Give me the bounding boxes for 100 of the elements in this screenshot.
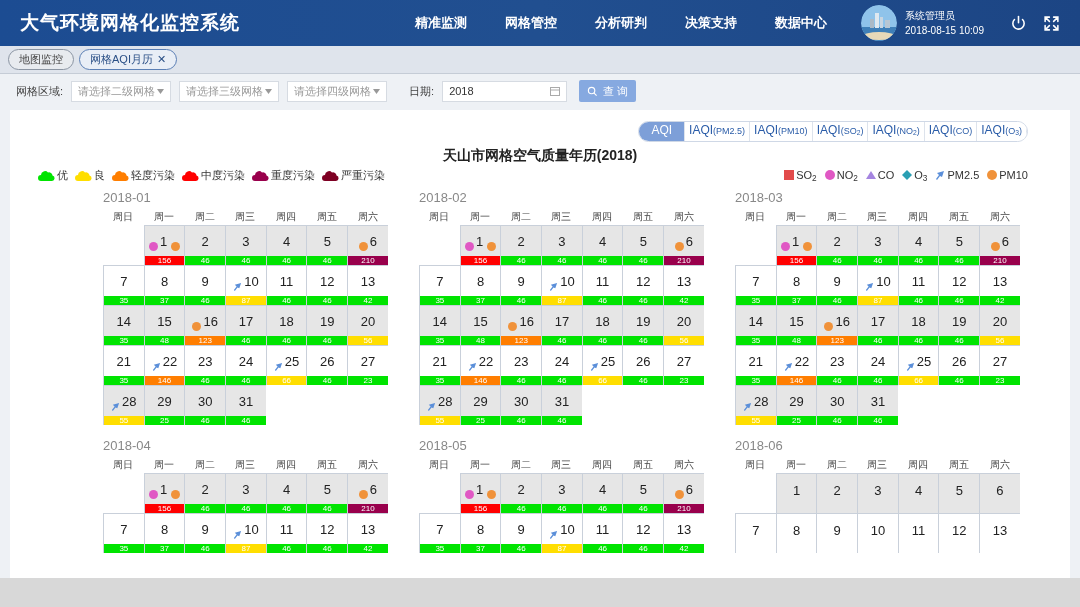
- day-cell[interactable]: 15 48: [459, 305, 501, 345]
- day-cell[interactable]: 1 156: [775, 225, 817, 265]
- day-cell[interactable]: 13: [979, 513, 1020, 553]
- day-cell[interactable]: 1 156: [143, 225, 185, 265]
- day-cell[interactable]: 17 46: [541, 305, 582, 345]
- day-cell[interactable]: 9 46: [184, 265, 226, 305]
- day-cell[interactable]: 19 46: [622, 305, 664, 345]
- day-cell[interactable]: 29 25: [775, 385, 817, 425]
- day-cell[interactable]: 22 146: [775, 345, 817, 385]
- day-cell[interactable]: 28 55: [735, 385, 776, 425]
- day-cell[interactable]: 10 87: [541, 265, 582, 305]
- day-cell[interactable]: 7 35: [419, 513, 460, 553]
- day-cell[interactable]: 1 156: [459, 473, 501, 513]
- power-icon[interactable]: [1010, 14, 1027, 32]
- day-cell[interactable]: 4 46: [897, 225, 939, 265]
- day-cell[interactable]: 6 210: [663, 225, 704, 265]
- day-cell[interactable]: 24 46: [225, 345, 266, 385]
- day-cell[interactable]: 9: [816, 513, 858, 553]
- day-cell[interactable]: 8: [775, 513, 817, 553]
- day-cell[interactable]: 23 46: [184, 345, 226, 385]
- date-field[interactable]: 2018: [442, 80, 568, 102]
- day-cell[interactable]: 15 48: [143, 305, 185, 345]
- day-cell[interactable]: 9 46: [184, 513, 226, 553]
- day-cell[interactable]: 26 46: [622, 345, 664, 385]
- day-cell[interactable]: 28 55: [103, 385, 144, 425]
- day-cell[interactable]: 26 46: [306, 345, 348, 385]
- nav-link[interactable]: 数据中心: [775, 13, 828, 33]
- day-cell[interactable]: 4: [897, 473, 939, 513]
- day-cell[interactable]: 21 35: [103, 345, 144, 385]
- day-cell[interactable]: 12 46: [306, 513, 348, 553]
- day-cell[interactable]: 11: [897, 513, 939, 553]
- day-cell[interactable]: 21 35: [735, 345, 776, 385]
- day-cell[interactable]: 6 210: [663, 473, 704, 513]
- day-cell[interactable]: 10: [857, 513, 898, 553]
- day-cell[interactable]: 22 146: [143, 345, 185, 385]
- day-cell[interactable]: 3 46: [541, 473, 582, 513]
- page-tab[interactable]: 网格AQI月历 ✕: [79, 49, 177, 70]
- day-cell[interactable]: 8 37: [459, 513, 501, 553]
- day-cell[interactable]: 14 35: [103, 305, 144, 345]
- day-cell[interactable]: 7 35: [735, 265, 776, 305]
- day-cell[interactable]: 15 48: [775, 305, 817, 345]
- day-cell[interactable]: 6 210: [347, 225, 388, 265]
- fullscreen-icon[interactable]: [1043, 14, 1060, 32]
- day-cell[interactable]: 28 55: [419, 385, 460, 425]
- day-cell[interactable]: 7: [735, 513, 776, 553]
- day-cell[interactable]: 6 210: [347, 473, 388, 513]
- day-cell[interactable]: 10 87: [541, 513, 582, 553]
- nav-link[interactable]: 精准监测: [415, 13, 468, 33]
- day-cell[interactable]: 12 46: [622, 265, 664, 305]
- day-cell[interactable]: 5 46: [622, 473, 664, 513]
- day-cell[interactable]: 6 210: [979, 225, 1020, 265]
- day-cell[interactable]: 19 46: [306, 305, 348, 345]
- day-cell[interactable]: 24 46: [857, 345, 898, 385]
- day-cell[interactable]: 8 37: [459, 265, 501, 305]
- day-cell[interactable]: 13 42: [663, 513, 704, 553]
- day-cell[interactable]: 4 46: [581, 225, 623, 265]
- day-cell[interactable]: 17 46: [857, 305, 898, 345]
- day-cell[interactable]: 18 46: [581, 305, 623, 345]
- day-cell[interactable]: 1 156: [459, 225, 501, 265]
- day-cell[interactable]: 25 66: [581, 345, 623, 385]
- day-cell[interactable]: 18 46: [897, 305, 939, 345]
- day-cell[interactable]: 29 25: [143, 385, 185, 425]
- day-cell[interactable]: 3 46: [541, 225, 582, 265]
- day-cell[interactable]: 13 42: [347, 265, 388, 305]
- day-cell[interactable]: 13 42: [663, 265, 704, 305]
- day-cell[interactable]: 4 46: [265, 473, 307, 513]
- day-cell[interactable]: 23 46: [816, 345, 858, 385]
- day-cell[interactable]: 13 42: [347, 513, 388, 553]
- day-cell[interactable]: 20 56: [663, 305, 704, 345]
- day-cell[interactable]: 22 146: [459, 345, 501, 385]
- day-cell[interactable]: 27 23: [347, 345, 388, 385]
- day-cell[interactable]: 12 46: [622, 513, 664, 553]
- day-cell[interactable]: 16 123: [816, 305, 858, 345]
- day-cell[interactable]: 11 46: [265, 265, 307, 305]
- day-cell[interactable]: 3 46: [225, 473, 266, 513]
- day-cell[interactable]: 8 37: [775, 265, 817, 305]
- day-cell[interactable]: 20 56: [979, 305, 1020, 345]
- day-cell[interactable]: 5 46: [938, 225, 980, 265]
- day-cell[interactable]: 5 46: [306, 473, 348, 513]
- day-cell[interactable]: 12 46: [306, 265, 348, 305]
- day-cell[interactable]: 10 87: [225, 513, 266, 553]
- day-cell[interactable]: 1 156: [143, 473, 185, 513]
- day-cell[interactable]: 16 123: [500, 305, 542, 345]
- nav-link[interactable]: 分析研判: [595, 13, 648, 33]
- close-icon[interactable]: ✕: [156, 51, 166, 68]
- day-cell[interactable]: 2: [816, 473, 858, 513]
- day-cell[interactable]: 30 46: [500, 385, 542, 425]
- nav-link[interactable]: 网格管控: [505, 13, 558, 33]
- day-cell[interactable]: 30 46: [184, 385, 226, 425]
- page-tab[interactable]: 地图监控: [8, 49, 74, 70]
- day-cell[interactable]: 1: [775, 473, 817, 513]
- day-cell[interactable]: 14 35: [735, 305, 776, 345]
- day-cell[interactable]: 27 23: [663, 345, 704, 385]
- day-cell[interactable]: 10 87: [857, 265, 898, 305]
- day-cell[interactable]: 3 46: [225, 225, 266, 265]
- day-cell[interactable]: 18 46: [265, 305, 307, 345]
- day-cell[interactable]: 19 46: [938, 305, 980, 345]
- day-cell[interactable]: 11 46: [581, 265, 623, 305]
- day-cell[interactable]: 2 46: [500, 473, 542, 513]
- day-cell[interactable]: 9 46: [500, 265, 542, 305]
